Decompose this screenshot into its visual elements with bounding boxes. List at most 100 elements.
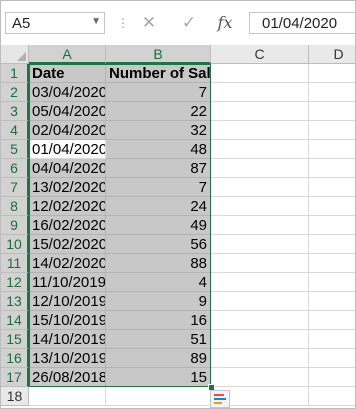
formula-input[interactable]: 01/04/2020 (249, 12, 355, 34)
empty-cell[interactable] (309, 102, 355, 121)
sales-cell[interactable]: 16 (106, 311, 211, 330)
empty-cell[interactable] (211, 121, 309, 140)
row-header[interactable]: 8 (1, 197, 29, 216)
date-cell[interactable]: 05/04/2020 (29, 102, 106, 121)
column-header-c[interactable]: C (211, 45, 309, 64)
empty-cell[interactable] (211, 102, 309, 121)
row-header[interactable]: 13 (1, 292, 29, 311)
date-cell[interactable] (29, 387, 106, 406)
empty-cell[interactable] (309, 387, 355, 406)
sales-cell[interactable]: 89 (106, 349, 211, 368)
sales-cell[interactable]: 9 (106, 292, 211, 311)
date-cell[interactable]: 04/04/2020 (29, 159, 106, 178)
header-cell-sales[interactable]: Number of Sales (106, 64, 211, 83)
sales-cell[interactable]: 48 (106, 140, 211, 159)
row-header[interactable]: 7 (1, 178, 29, 197)
date-cell[interactable]: 15/02/2020 (29, 235, 106, 254)
empty-cell[interactable] (309, 311, 355, 330)
empty-cell[interactable] (211, 178, 309, 197)
date-cell[interactable]: 03/04/2020 (29, 83, 106, 102)
empty-cell[interactable] (211, 83, 309, 102)
empty-cell[interactable] (211, 235, 309, 254)
sales-cell[interactable]: 49 (106, 216, 211, 235)
empty-cell[interactable] (309, 368, 355, 387)
row-header[interactable]: 9 (1, 216, 29, 235)
quick-analysis-icon[interactable] (210, 390, 230, 408)
date-cell[interactable]: 12/10/2019 (29, 292, 106, 311)
date-cell[interactable]: 13/02/2020 (29, 178, 106, 197)
date-cell[interactable]: 02/04/2020 (29, 121, 106, 140)
row-header[interactable]: 1 (1, 64, 29, 83)
row-header[interactable]: 2 (1, 83, 29, 102)
row-header[interactable]: 12 (1, 273, 29, 292)
sales-cell[interactable]: 32 (106, 121, 211, 140)
empty-cell[interactable] (309, 178, 355, 197)
empty-cell[interactable] (309, 216, 355, 235)
sales-cell[interactable]: 87 (106, 159, 211, 178)
empty-cell[interactable] (211, 64, 309, 83)
sales-cell[interactable]: 56 (106, 235, 211, 254)
sales-cell[interactable]: 15 (106, 368, 211, 387)
date-cell[interactable]: 14/02/2020 (29, 254, 106, 273)
empty-cell[interactable] (211, 254, 309, 273)
empty-cell[interactable] (309, 254, 355, 273)
row-header[interactable]: 18 (1, 387, 29, 406)
date-cell[interactable]: 26/08/2018 (29, 368, 106, 387)
empty-cell[interactable] (211, 349, 309, 368)
row-header[interactable]: 10 (1, 235, 29, 254)
empty-cell[interactable] (309, 273, 355, 292)
empty-cell[interactable] (211, 197, 309, 216)
empty-cell[interactable] (211, 330, 309, 349)
empty-cell[interactable] (309, 292, 355, 311)
empty-cell[interactable] (309, 121, 355, 140)
row-header[interactable]: 11 (1, 254, 29, 273)
empty-cell[interactable] (309, 330, 355, 349)
empty-cell[interactable] (309, 83, 355, 102)
empty-cell[interactable] (309, 349, 355, 368)
empty-cell[interactable] (211, 216, 309, 235)
sales-cell[interactable] (106, 387, 211, 406)
select-all-button[interactable] (1, 45, 29, 64)
active-cell[interactable]: 01/04/2020 (29, 140, 106, 159)
empty-cell[interactable] (309, 197, 355, 216)
column-header-a[interactable]: A (29, 45, 106, 64)
date-cell[interactable]: 11/10/2019 (29, 273, 106, 292)
column-header-d[interactable]: D (309, 45, 355, 64)
empty-cell[interactable] (309, 235, 355, 254)
empty-cell[interactable] (309, 64, 355, 83)
sales-cell[interactable]: 88 (106, 254, 211, 273)
sales-cell[interactable]: 22 (106, 102, 211, 121)
sales-cell[interactable]: 7 (106, 83, 211, 102)
empty-cell[interactable] (211, 311, 309, 330)
empty-cell[interactable] (309, 140, 355, 159)
date-cell[interactable]: 16/02/2020 (29, 216, 106, 235)
header-cell-date[interactable]: Date (29, 64, 106, 83)
date-cell[interactable]: 14/10/2019 (29, 330, 106, 349)
enter-icon[interactable]: ✓ (175, 12, 203, 34)
formula-bar-grip-icon[interactable]: ⋮ (117, 15, 129, 31)
row-header[interactable]: 4 (1, 121, 29, 140)
empty-cell[interactable] (211, 159, 309, 178)
row-header[interactable]: 14 (1, 311, 29, 330)
empty-cell[interactable] (211, 292, 309, 311)
row-header[interactable]: 5 (1, 140, 29, 159)
sales-cell[interactable]: 4 (106, 273, 211, 292)
row-header[interactable]: 3 (1, 102, 29, 121)
date-cell[interactable]: 15/10/2019 (29, 311, 106, 330)
row-header[interactable]: 6 (1, 159, 29, 178)
name-box[interactable]: A5 ▼ (5, 12, 105, 34)
date-cell[interactable]: 12/02/2020 (29, 197, 106, 216)
insert-function-icon[interactable]: fx (211, 12, 239, 34)
row-header[interactable]: 17 (1, 368, 29, 387)
empty-cell[interactable] (211, 368, 309, 387)
sales-cell[interactable]: 51 (106, 330, 211, 349)
row-header[interactable]: 15 (1, 330, 29, 349)
sales-cell[interactable]: 7 (106, 178, 211, 197)
empty-cell[interactable] (309, 159, 355, 178)
date-cell[interactable]: 13/10/2019 (29, 349, 106, 368)
column-header-b[interactable]: B (106, 45, 211, 64)
cancel-icon[interactable]: ✕ (135, 12, 163, 34)
empty-cell[interactable] (211, 273, 309, 292)
row-header[interactable]: 16 (1, 349, 29, 368)
sales-cell[interactable]: 24 (106, 197, 211, 216)
